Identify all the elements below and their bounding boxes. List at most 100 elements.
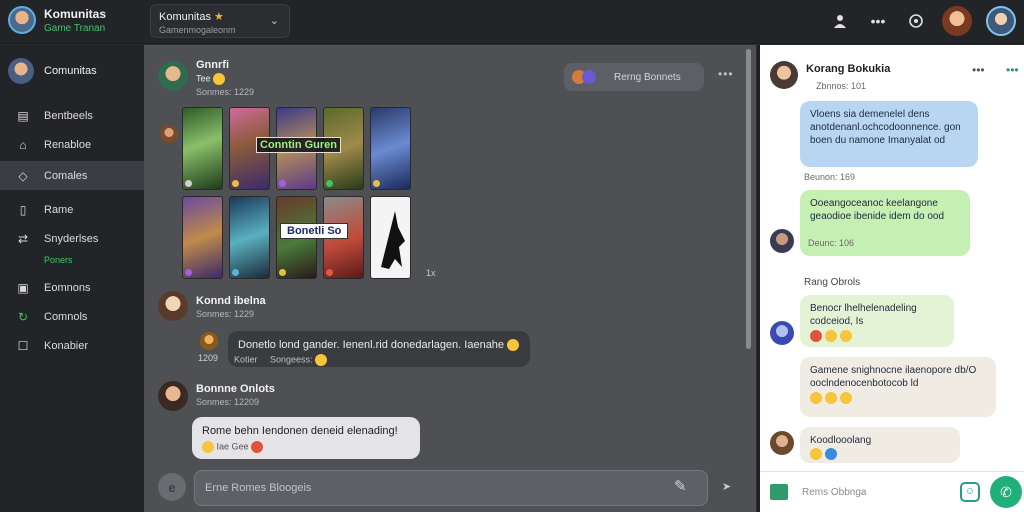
smile-icon [213,73,226,85]
sidebar-item-sublabel: Poners [44,255,73,265]
gift-icon[interactable] [770,484,788,500]
add-icon[interactable]: e [158,473,186,501]
pill-label: Rerng Bonnets [614,71,681,83]
bubble-reactions[interactable] [810,330,944,343]
sidebar-item-comnols[interactable]: ↻ Comnols [0,302,144,331]
document-icon: ▤ [17,108,29,123]
author-name: Bonnne Onlots [196,383,275,395]
brand[interactable]: Komunitas Game Tranan [8,6,106,34]
more-icon[interactable]: ••• [718,67,734,81]
server-subtitle: Gamenmogaleonm [159,25,236,35]
sidebar: Comunitas ▤ Bentbeels ⌂ Renabloe ◇ Comal… [0,45,144,512]
send-icon[interactable]: ➤ [722,480,731,493]
sidebar-header-label: Comunitas [44,65,97,77]
top-actions: ••• [828,6,1016,36]
brand-avatar [8,6,36,34]
home-icon: ◇ [18,168,28,183]
card-tile[interactable] [370,107,411,190]
contact-avatar[interactable] [770,61,798,89]
author-avatar[interactable] [158,61,188,91]
message-input[interactable] [194,470,708,506]
app-subtitle: Game Tranan [44,22,106,34]
card-tile[interactable] [182,107,223,190]
server-name: Komunitas ★ [159,11,224,23]
msg-time: Sonmes: 1229 [196,309,255,319]
sidebar-item-renabloe[interactable]: ⌂ Renabloe [0,130,144,159]
chat-bubble: Benocr lhelhelenadeling codceiod, Is [800,295,954,347]
reply-avatar [200,332,218,350]
more-icon[interactable]: ••• [972,63,985,77]
card-gallery: Conntin Guren Bonetli So 1x [182,107,436,285]
card-tile[interactable] [370,196,411,279]
author-name: Gnnrfi [196,59,229,71]
sidebar-item-label: Konabier [44,339,89,352]
msg-time: Sonmes: 12209 [196,397,260,407]
bell-icon: ⌂ [19,137,27,152]
chat-bubble-text: Koodlooolang [810,435,872,446]
message-text: Donetlo lond gander. Ienenl.rid donedarl… [238,339,505,351]
chevron-down-icon: ⌄ [269,15,279,27]
star-icon: ★ [214,11,224,23]
heart-icon [251,441,264,453]
card-tile[interactable] [229,196,270,279]
avatar-dot [582,70,596,84]
post-time: Sonmes: 1229 [196,87,255,97]
side-chat-panel: Korang Bokukia Zbnnos: 101 ••• ••• Vloen… [757,45,1024,512]
attach-icon[interactable]: ✎ [674,477,687,495]
reply-avatar [160,125,178,143]
send-button[interactable]: ✆ [990,476,1022,508]
more-icon[interactable]: ••• [866,9,890,33]
sidebar-item-snyderlses[interactable]: ⇄ Snyderlses [0,224,144,253]
sidebar-item-label: Rame [44,203,74,216]
app-title: Komunitas [44,6,107,21]
card-caption: Conntin Guren [256,137,341,153]
compass-icon[interactable] [904,9,928,33]
sidebar-item-comales[interactable]: ◇ Comales [0,161,144,190]
sender-avatar[interactable] [770,431,794,455]
chat-area: Gnnrfi Tee Sonmes: 1229 Rerng Bonnets ••… [144,45,756,512]
profile-avatar[interactable] [986,6,1016,36]
chat-bubble-text: Benocr lhelhelenadeling codceiod, Is [810,303,917,327]
msg-header: Bonnne Onlots Sonmes: 12209 [196,383,275,407]
smile-icon [507,339,520,352]
share-icon: ⇄ [17,231,29,246]
top-bar: Komunitas Game Tranan Komunitas ★ Gamenm… [0,0,1024,44]
sender-avatar[interactable] [770,229,794,253]
sidebar-item-rame[interactable]: ▯ Rame [0,195,144,224]
author-avatar[interactable] [158,291,188,321]
brand-text: Komunitas Game Tranan [44,7,106,34]
options-icon[interactable]: ••• [1006,63,1019,77]
emoji-icon[interactable]: ☺ [960,482,980,502]
author-avatar[interactable] [158,381,188,411]
user-icon[interactable] [828,9,852,33]
sender-avatar[interactable] [770,321,794,345]
sidebar-item-eomnons[interactable]: ▣ Eomnons [0,273,144,302]
sidebar-item-label: Eomnons [44,281,91,294]
server-select[interactable]: Komunitas ★ Gamenmogaleonm ⌄ [150,4,290,38]
reply-meta: Kotier Songeess: [234,354,328,366]
side-chat-header: Korang Bokukia Zbnnos: 101 ••• ••• [770,59,1020,93]
friend-avatar[interactable] [942,6,972,36]
post-header: Gnnrfi Tee Sonmes: 1229 [196,59,254,97]
card-tile[interactable] [182,196,223,279]
reaction-pill[interactable]: Rerng Bonnets [564,63,704,91]
bookmark-icon: ▯ [19,202,27,217]
contact-status: Zbnnos: 101 [816,81,867,91]
sidebar-item-label: Comnols [44,310,88,323]
bubble-reactions[interactable] [810,448,950,461]
side-chat-input[interactable] [802,480,952,504]
sidebar-item-bentbeels[interactable]: ▤ Bentbeels [0,101,144,130]
sidebar-item-konabier[interactable]: ☐ Konabier [0,331,144,360]
sidebar-header[interactable]: Comunitas [0,45,144,97]
sidebar-item-label: Renabloe [44,138,92,151]
smile-icon [202,441,214,453]
refresh-icon: ↻ [17,309,29,324]
message-bubble: Rome behn Iendonen deneid elenading! Iae… [192,417,420,459]
bubble-reactions[interactable] [810,392,986,405]
smile-icon [315,354,328,366]
sidebar-item-label: Bentbeels [44,109,93,122]
scrollbar[interactable] [746,49,751,349]
sidebar-item-label: Comales [44,169,88,182]
message-reactions[interactable]: Iae Gee [202,441,410,453]
chat-bubble: Koodlooolang [800,427,960,463]
